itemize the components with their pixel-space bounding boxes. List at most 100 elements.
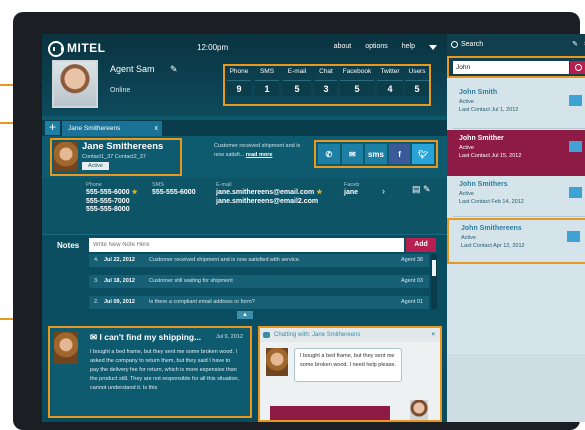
- note-row[interactable]: 4. Jul 22, 2012 Customer received shipment…: [89, 254, 429, 267]
- phone-icon[interactable]: ✆: [318, 144, 340, 164]
- reply-bar[interactable]: [270, 406, 390, 420]
- logo-mark-icon: [48, 41, 64, 57]
- stat-value: 5: [340, 80, 374, 96]
- twitter-icon[interactable]: 🐦︎: [412, 144, 434, 164]
- edit-pencil-icon[interactable]: ✎: [170, 64, 178, 75]
- search-input[interactable]: [453, 61, 569, 74]
- phone-number[interactable]: 555-555-7000: [86, 198, 138, 207]
- stat-facebook[interactable]: Facebook 5: [340, 68, 374, 96]
- email-icon[interactable]: [569, 187, 582, 198]
- stat-twitter[interactable]: Twitter 4: [377, 68, 403, 96]
- document-icon[interactable]: ▤: [412, 184, 421, 194]
- nav-help[interactable]: help: [402, 43, 415, 50]
- stat-value: 9: [227, 80, 251, 96]
- email-icon[interactable]: [569, 141, 582, 152]
- stat-label: Phone: [229, 68, 249, 75]
- agent-name: Agent Sam: [110, 64, 155, 74]
- chat-window: Chatting with: Jane Smithereens × I boug…: [258, 326, 442, 422]
- stat-users[interactable]: Users 5: [405, 68, 429, 96]
- edit-pencil-icon[interactable]: ✎: [423, 184, 431, 194]
- email-date: Jul 9, 2012: [216, 334, 243, 340]
- pin-icon[interactable]: ✎: [572, 34, 578, 56]
- chevron-down-icon[interactable]: [429, 45, 437, 50]
- stat-chat[interactable]: Chat 3: [315, 68, 337, 96]
- agent-avatar: [52, 60, 98, 108]
- note-row[interactable]: 2. Jul 09, 2012 Is there a compliant email…: [89, 296, 429, 309]
- facebook-icon[interactable]: f: [388, 144, 411, 164]
- email-icon[interactable]: [567, 231, 580, 242]
- nav-about[interactable]: about: [334, 43, 352, 50]
- facebook-handle[interactable]: jane: [344, 189, 359, 198]
- note-number: 4.: [94, 257, 99, 263]
- notes-scrollbar[interactable]: [431, 254, 437, 309]
- contact-header: Jane Smithereens Contact1_37 Contact2_37…: [42, 136, 447, 178]
- email-icon[interactable]: [569, 95, 582, 106]
- logo-text: MITEL: [67, 41, 106, 56]
- email-subject-text: I can't find my shipping...: [99, 332, 202, 342]
- status-badge: Active: [82, 162, 109, 170]
- stat-value: 5: [405, 80, 429, 96]
- email-preview: ✉ I can't find my shipping... Jul 9, 201…: [48, 326, 252, 418]
- new-note-input[interactable]: [89, 238, 404, 252]
- stat-email[interactable]: E-mail 5: [283, 68, 311, 96]
- add-note-button[interactable]: Add: [406, 238, 436, 252]
- email-subject[interactable]: ✉ I can't find my shipping...: [90, 332, 201, 343]
- collapse-arrow-icon[interactable]: ▲: [237, 311, 253, 319]
- note-date: Jul 18, 2012: [104, 278, 135, 284]
- phone-number: 555-555-6000: [86, 189, 130, 196]
- notes-section: Notes Add 4. Jul 22, 2012 Customer receive…: [42, 234, 447, 322]
- chevron-right-icon[interactable]: ›: [382, 186, 385, 196]
- nav-options[interactable]: options: [365, 43, 388, 50]
- stat-value: 3: [315, 80, 337, 96]
- contact-channels: ✆ ✉ sms f 🐦︎: [314, 140, 438, 168]
- close-icon[interactable]: ×: [431, 328, 435, 342]
- email-address[interactable]: jane.smithereens@email2.com: [216, 198, 323, 207]
- result-last-contact: Last Contact Feb 14, 2012: [459, 199, 524, 205]
- detail-email: E-mail jane.smithereens@email.com ★ jane…: [216, 182, 323, 206]
- detail-sms: SMS 555-555-6000: [152, 182, 196, 198]
- detail-phone: Phone 555-555-6000 ★ 555-555-7000 555-55…: [86, 182, 138, 215]
- chat-message: I bought a bed frame, but they sent me s…: [294, 348, 402, 382]
- result-item-highlighted[interactable]: John Smithereens Active Last Contact Apr 1…: [447, 218, 585, 264]
- stage: MITEL 12:00pm about options help Agent S…: [0, 0, 585, 430]
- read-more-link[interactable]: read more: [246, 152, 273, 158]
- chat-title[interactable]: Chatting with: Jane Smithereens: [274, 332, 360, 338]
- result-item[interactable]: John Smith Active Last Contact Jul 1, 2012: [447, 84, 585, 130]
- search-box: [447, 56, 585, 78]
- add-tab-button[interactable]: +: [45, 121, 60, 135]
- result-last-contact: Last Contact Jul 15, 2012: [459, 153, 522, 159]
- result-name: John Smith: [459, 89, 498, 96]
- stat-label: Users: [408, 68, 426, 75]
- contact-card: Jane Smithereens Contact1_37 Contact2_37…: [50, 138, 182, 176]
- result-item-selected[interactable]: John Smither Active Last Contact Jul 15, 2…: [447, 130, 585, 176]
- result-last-contact: Last Contact Jul 1, 2012: [459, 107, 519, 113]
- phone-value[interactable]: 555-555-6000 ★: [86, 189, 138, 198]
- result-name: John Smithers: [459, 181, 508, 188]
- detail-label: Faceb: [344, 182, 360, 188]
- sms-button[interactable]: sms: [365, 144, 387, 164]
- contact-ids: Contact1_37 Contact2_37: [82, 154, 146, 160]
- chat-avatar: [266, 348, 288, 376]
- search-icon: [451, 41, 458, 48]
- note-row[interactable]: 3. Jul 18, 2012 Customer still waiting for…: [89, 275, 429, 288]
- search-button[interactable]: [570, 61, 585, 74]
- contact-name: Jane Smithereens: [82, 141, 164, 152]
- phone-number[interactable]: 555-555-8000: [86, 206, 138, 215]
- note-number: 3.: [94, 278, 99, 284]
- email-value[interactable]: jane.smithereens@email.com ★: [216, 189, 323, 198]
- email-address: jane.smithereens@email.com: [216, 189, 315, 196]
- close-icon[interactable]: x: [155, 121, 159, 136]
- tab-contact[interactable]: Jane Smithereens x: [62, 121, 162, 136]
- chat-bubble-icon: [263, 332, 270, 338]
- notes-label: Notes: [57, 241, 80, 250]
- email-icon[interactable]: ✉: [341, 144, 364, 164]
- search-header: Search ✎ ×: [447, 34, 585, 56]
- contact-details: Phone 555-555-6000 ★ 555-555-7000 555-55…: [42, 178, 447, 234]
- stat-sms[interactable]: SMS 1: [255, 68, 279, 96]
- sidebar-footer: [447, 354, 585, 422]
- result-status: Active: [461, 235, 476, 241]
- stat-phone[interactable]: Phone 9: [227, 68, 251, 96]
- agent-status[interactable]: Online: [110, 87, 130, 94]
- sms-number[interactable]: 555-555-6000: [152, 189, 196, 198]
- contact-avatar: [54, 142, 78, 172]
